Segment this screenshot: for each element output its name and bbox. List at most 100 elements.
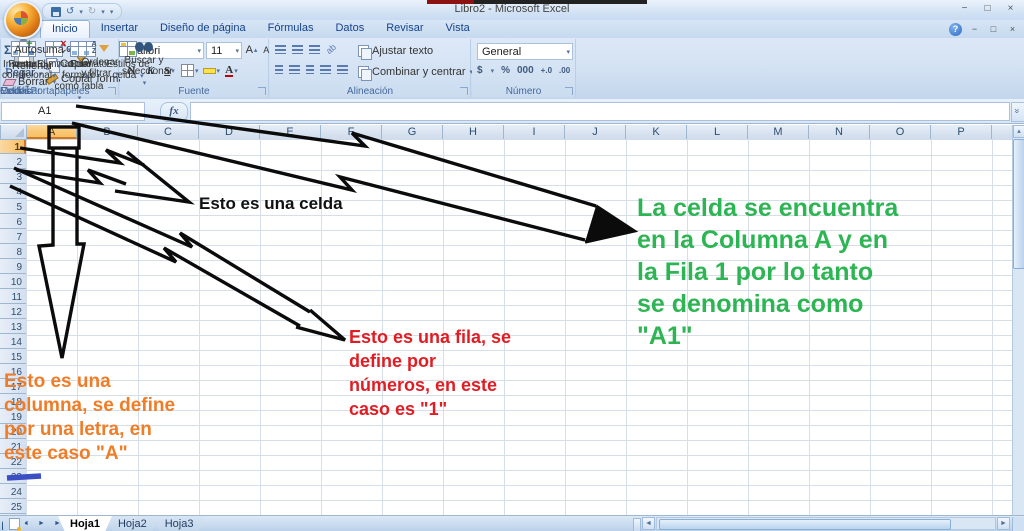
workbook-restore-button[interactable]: □ (986, 23, 1001, 35)
workbook-close-button[interactable]: × (1005, 23, 1020, 35)
fill-color-button[interactable]: ▾ (202, 63, 220, 78)
row-header-8[interactable]: 8 (0, 245, 26, 259)
row-header-20[interactable]: 20 (0, 425, 26, 439)
next-sheet-button[interactable]: ► (35, 517, 48, 530)
row-header-7[interactable]: 7 (0, 230, 26, 244)
row-header-15[interactable]: 15 (0, 350, 26, 364)
workbook-minimize-button[interactable]: − (967, 23, 982, 35)
comma-style-button[interactable]: 000 (517, 65, 534, 76)
merge-center-button[interactable]: Combinar y centrar ▾ (358, 65, 473, 81)
sheet-tab-hoja2[interactable]: Hoja2 (106, 516, 159, 531)
sort-filter-button[interactable]: AZ Ordenar y filtrar ▾ (78, 41, 122, 80)
vertical-scrollbar[interactable]: ▴ (1012, 125, 1024, 515)
row-header-19[interactable]: 19 (0, 410, 26, 424)
row-header-9[interactable]: 9 (0, 260, 26, 274)
column-header-N[interactable]: N (809, 125, 870, 139)
row-header-4[interactable]: 4 (0, 185, 26, 199)
autosum-button[interactable]: Σ Autosuma ▾ (4, 43, 71, 57)
row-header-18[interactable]: 18 (0, 395, 26, 409)
row-header-16[interactable]: 16 (0, 365, 26, 379)
dialog-launcher-icon[interactable] (108, 87, 116, 95)
dialog-launcher-icon[interactable] (258, 87, 266, 95)
row-header-13[interactable]: 13 (0, 320, 26, 334)
ribbon-tab-inicio[interactable]: Inicio (40, 20, 90, 39)
undo-icon[interactable]: ↺ (66, 6, 74, 17)
dialog-launcher-icon[interactable] (565, 87, 573, 95)
row-header-12[interactable]: 12 (0, 305, 26, 319)
column-header-C[interactable]: C (138, 125, 199, 139)
font-size-select[interactable]: 11 ▾ (206, 42, 242, 59)
align-center-icon[interactable] (289, 65, 300, 74)
column-header-D[interactable]: D (199, 125, 260, 139)
fill-button[interactable]: ↓ Rellenar ▾ (4, 59, 71, 73)
ribbon-tab-vista[interactable]: Vista (435, 20, 481, 38)
vertical-scroll-thumb[interactable] (1013, 139, 1024, 269)
orientation-icon[interactable]: ab (324, 42, 338, 56)
align-top-icon[interactable] (275, 44, 286, 54)
redo-dropdown-icon[interactable]: ▾ (101, 8, 105, 16)
horizontal-scrollbar[interactable] (656, 517, 996, 530)
column-header-P[interactable]: P (931, 125, 992, 139)
close-button[interactable]: × (1002, 2, 1019, 16)
redo-icon[interactable]: ↻ (88, 6, 96, 17)
column-header-J[interactable]: J (565, 125, 626, 139)
row-header-2[interactable]: 2 (0, 155, 26, 169)
row-header-14[interactable]: 14 (0, 335, 26, 349)
scroll-left-icon[interactable]: ◄ (642, 517, 655, 530)
column-header-A[interactable]: A (27, 125, 77, 139)
formula-input[interactable] (190, 102, 1010, 121)
row-header-21[interactable]: 21 (0, 440, 26, 454)
undo-dropdown-icon[interactable]: ▾ (79, 8, 83, 16)
font-color-button[interactable]: A ▾ (224, 63, 239, 78)
name-box[interactable]: A1 (1, 102, 145, 121)
currency-button[interactable]: $ (477, 65, 483, 76)
ribbon-tab-insertar[interactable]: Insertar (90, 20, 149, 38)
decrease-decimal-button[interactable]: .00 (559, 66, 570, 75)
number-format-select[interactable]: General ▾ (477, 43, 573, 60)
grid-cells[interactable] (27, 140, 1012, 515)
grow-font-button[interactable]: A ▴ (244, 42, 259, 57)
ribbon-tab-diseño-de-página[interactable]: Diseño de página (149, 20, 257, 38)
select-all-corner[interactable] (0, 125, 27, 140)
insert-function-button[interactable]: fx (160, 102, 188, 122)
column-header-H[interactable]: H (443, 125, 504, 139)
name-box-dropdown-icon[interactable]: ▾ (109, 102, 122, 121)
row-header-3[interactable]: 3 (0, 170, 26, 184)
customize-qat-icon[interactable]: ▾ (110, 8, 114, 16)
save-icon[interactable] (51, 6, 61, 17)
column-header-F[interactable]: F (321, 125, 382, 139)
help-icon[interactable]: ? (949, 23, 962, 36)
sheet-tab-hoja3[interactable]: Hoja3 (153, 516, 206, 531)
column-header-O[interactable]: O (870, 125, 931, 139)
expand-formula-bar-icon[interactable]: » (1011, 102, 1024, 122)
column-header-L[interactable]: L (687, 125, 748, 139)
dialog-launcher-icon[interactable] (460, 87, 468, 95)
align-bottom-icon[interactable] (309, 44, 320, 54)
decrease-indent-icon[interactable] (320, 65, 331, 74)
column-header-E[interactable]: E (260, 125, 321, 139)
align-right-icon[interactable] (306, 65, 314, 74)
column-header-M[interactable]: M (748, 125, 809, 139)
row-header-22[interactable]: 22 (0, 455, 26, 469)
horizontal-split-handle[interactable] (633, 518, 641, 531)
ribbon-tab-fórmulas[interactable]: Fórmulas (257, 20, 325, 38)
borders-button[interactable]: ▾ (181, 63, 199, 78)
horizontal-scroll-thumb[interactable] (659, 519, 951, 530)
column-header-Q[interactable]: Q (992, 125, 1012, 139)
wrap-text-button[interactable]: Ajustar texto (358, 44, 433, 60)
row-header-11[interactable]: 11 (0, 290, 26, 304)
increase-decimal-button[interactable]: +.0 (541, 66, 552, 75)
row-header-24[interactable]: 24 (0, 485, 26, 499)
row-header-10[interactable]: 10 (0, 275, 26, 289)
find-select-button[interactable]: Buscar y seleccionar ▾ (122, 41, 173, 89)
ribbon-tab-datos[interactable]: Datos (324, 20, 375, 38)
row-header-25[interactable]: 25 (0, 500, 26, 514)
office-button[interactable] (4, 1, 42, 39)
scroll-right-icon[interactable]: ► (997, 517, 1010, 530)
align-left-icon[interactable] (275, 65, 283, 74)
row-header-23[interactable]: 23 (0, 470, 26, 484)
column-header-K[interactable]: K (626, 125, 687, 139)
percent-button[interactable]: % (501, 65, 510, 76)
row-header-17[interactable]: 17 (0, 380, 26, 394)
minimize-button[interactable]: − (956, 2, 973, 16)
